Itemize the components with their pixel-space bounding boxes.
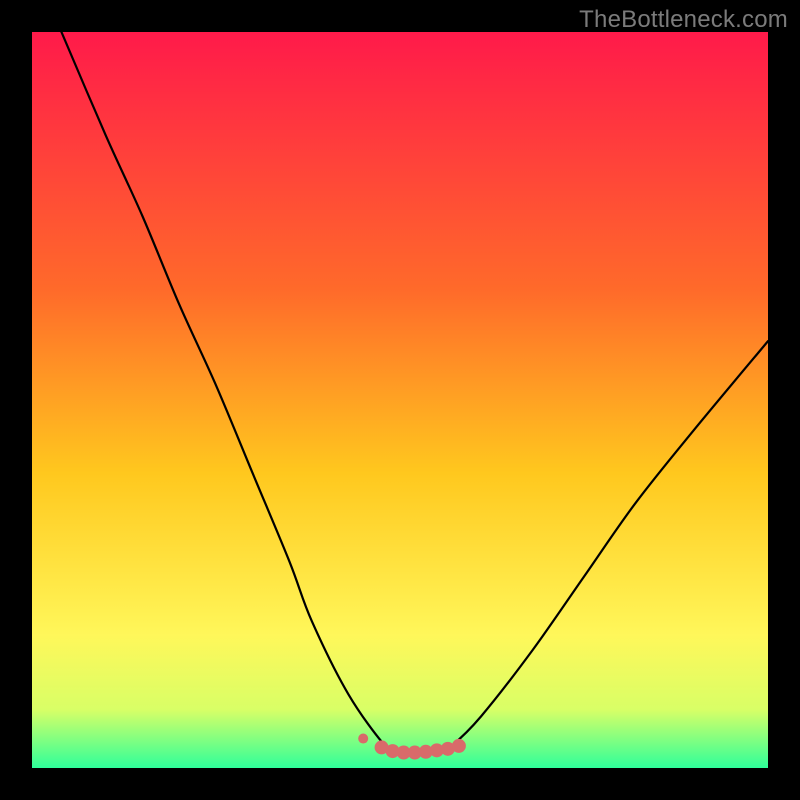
gradient-background [32, 32, 768, 768]
curve-marker [452, 739, 466, 753]
plot-area [32, 32, 768, 768]
curve-marker [358, 734, 368, 744]
chart-frame: TheBottleneck.com [0, 0, 800, 800]
watermark-text: TheBottleneck.com [579, 6, 788, 34]
chart-svg [32, 32, 768, 768]
